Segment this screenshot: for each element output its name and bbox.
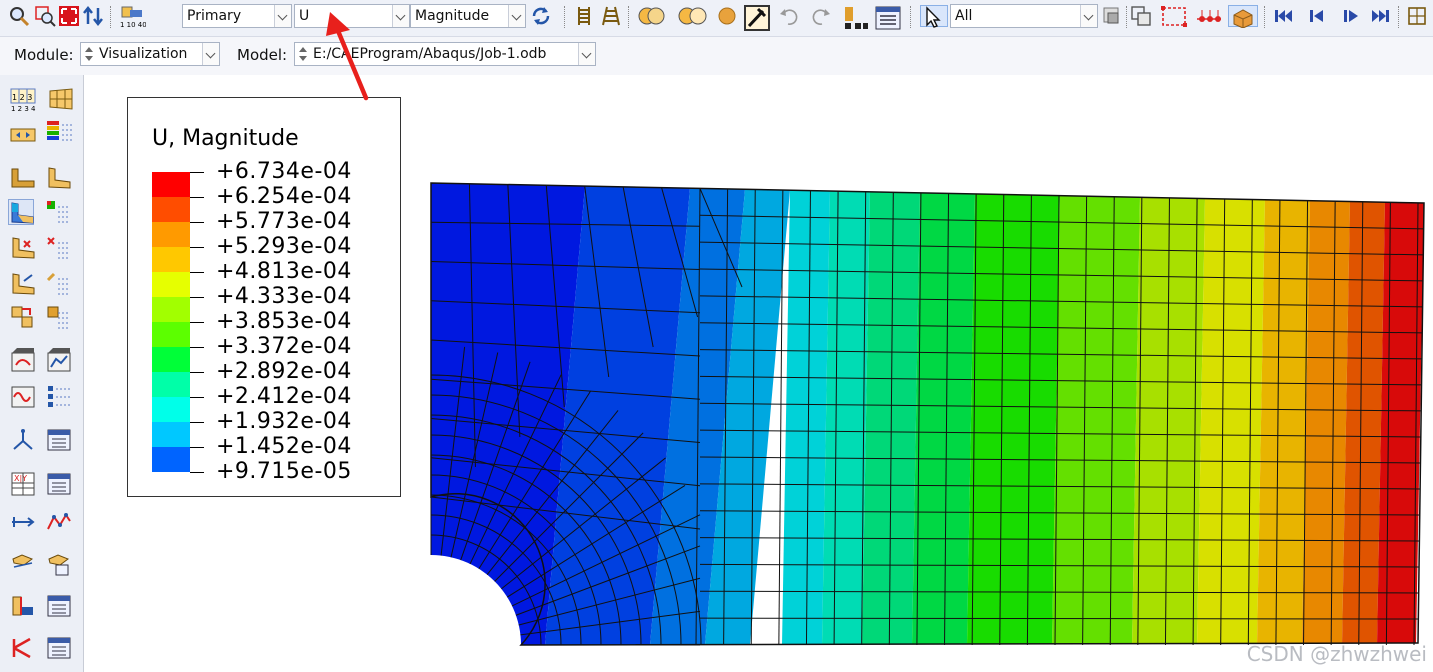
contour-legend: U, Magnitude +6.734e-04 +6.254e-04 +5.773e… bbox=[127, 97, 401, 497]
legend-value: +6.734e-04 bbox=[216, 159, 352, 184]
legend-value: +9.715e-05 bbox=[216, 459, 352, 484]
legend-color-band bbox=[152, 247, 190, 272]
legend-color-band bbox=[152, 172, 190, 197]
legend-tick bbox=[190, 297, 204, 298]
legend-color-band bbox=[152, 347, 190, 372]
legend-value: +2.892e-04 bbox=[216, 359, 352, 384]
annotation-arrow bbox=[326, 12, 369, 101]
contour-band bbox=[822, 191, 870, 645]
contour-band bbox=[1257, 199, 1310, 645]
legend-tick bbox=[190, 422, 204, 423]
legend-value: +3.372e-04 bbox=[216, 334, 352, 359]
legend-color-band bbox=[152, 272, 190, 297]
contour-band bbox=[967, 193, 1060, 645]
contour-band bbox=[1302, 200, 1350, 646]
legend-tick bbox=[190, 247, 204, 248]
legend-tick bbox=[190, 347, 204, 348]
legend-tick bbox=[190, 447, 204, 448]
legend-tick bbox=[190, 222, 204, 223]
legend-tick bbox=[190, 197, 204, 198]
legend-color-band bbox=[152, 447, 190, 472]
legend-value: +1.932e-04 bbox=[216, 409, 352, 434]
legend-tick bbox=[190, 272, 204, 273]
legend-color-band bbox=[152, 422, 190, 447]
legend-title: U, Magnitude bbox=[152, 126, 299, 151]
legend-value: +5.293e-04 bbox=[216, 234, 352, 259]
watermark: CSDN @zhwzhwei bbox=[1246, 642, 1427, 666]
legend-value: +4.813e-04 bbox=[216, 259, 352, 284]
legend-value: +3.853e-04 bbox=[216, 309, 352, 334]
contour-band bbox=[912, 192, 975, 645]
legend-value: +6.254e-04 bbox=[216, 184, 352, 209]
contour-band bbox=[1052, 195, 1140, 645]
contour-band bbox=[1197, 198, 1265, 646]
legend-tick bbox=[190, 172, 204, 173]
legend-value: +5.773e-04 bbox=[216, 209, 352, 234]
legend-tick bbox=[190, 372, 204, 373]
legend-color-band bbox=[152, 397, 190, 422]
contour-band bbox=[782, 190, 830, 645]
legend-tick bbox=[190, 472, 204, 473]
legend-value: +1.452e-04 bbox=[216, 434, 352, 459]
legend-color-band bbox=[152, 297, 190, 322]
legend-tick bbox=[190, 397, 204, 398]
legend-color-band bbox=[152, 372, 190, 397]
legend-value: +4.333e-04 bbox=[216, 284, 352, 309]
legend-color-band bbox=[152, 322, 190, 347]
legend-color-band bbox=[152, 222, 190, 247]
legend-tick bbox=[190, 322, 204, 323]
legend-color-band bbox=[152, 197, 190, 222]
legend-value: +2.412e-04 bbox=[216, 384, 352, 409]
